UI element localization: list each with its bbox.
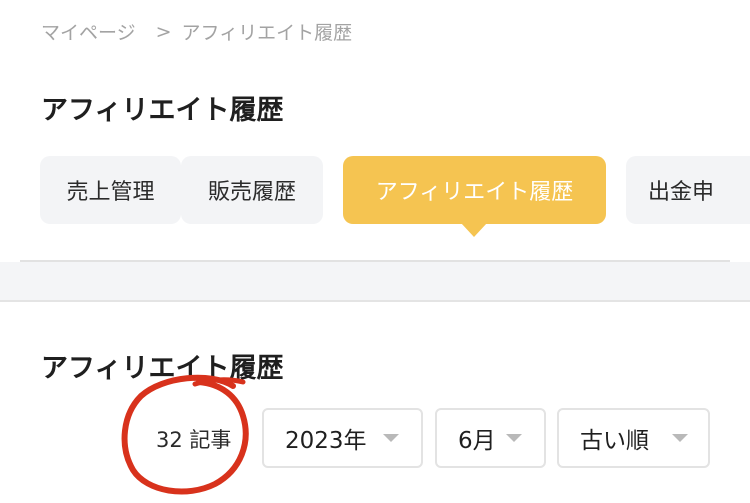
month-select[interactable]: 6月 (435, 408, 546, 468)
section-title: アフィリエイト履歴 (41, 353, 284, 384)
sort-order-select[interactable]: 古い順 (557, 408, 710, 468)
year-select[interactable]: 2023年 (262, 408, 423, 468)
sort-order-select-value: 古い順 (580, 428, 649, 454)
tab-withdrawal-request[interactable]: 出金申 (626, 156, 750, 224)
caret-down-icon (672, 434, 688, 442)
page: マイページ > アフィリエイト履歴 アフィリエイト履歴 売上管理 販売履歴 アフ… (0, 0, 750, 503)
section-separator-band (0, 262, 750, 302)
tab-affiliate-history[interactable]: アフィリエイト履歴 (343, 156, 606, 224)
article-count: 32 記事 (156, 428, 232, 452)
month-select-value: 6月 (458, 428, 496, 454)
tab-sales-history[interactable]: 販売履歴 (181, 156, 323, 224)
year-select-value: 2023年 (285, 428, 367, 454)
caret-down-icon (383, 434, 399, 442)
tab-sales-management[interactable]: 売上管理 (40, 156, 181, 224)
caret-down-icon (506, 434, 522, 442)
active-tab-pointer (461, 223, 487, 237)
